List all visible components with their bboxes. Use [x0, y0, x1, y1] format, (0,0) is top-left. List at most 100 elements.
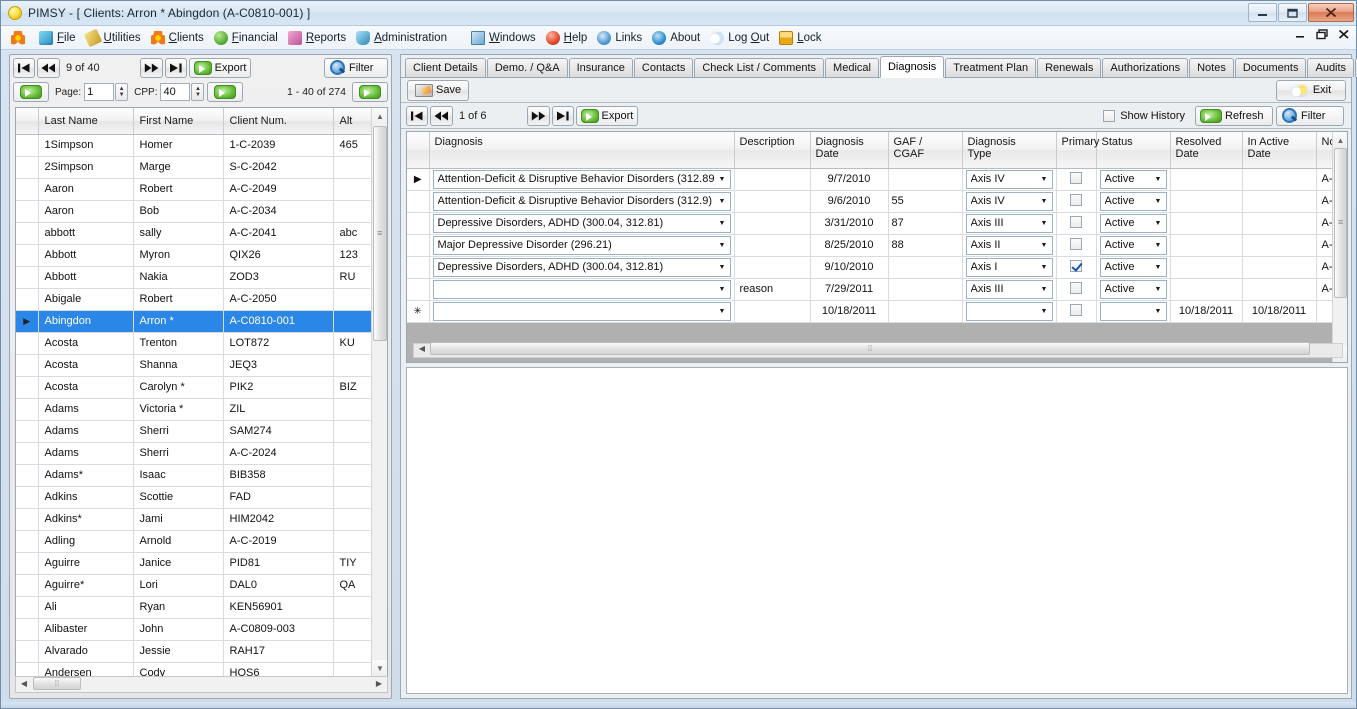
cell-alt[interactable]: 123 — [333, 244, 373, 266]
cell-alt[interactable] — [333, 178, 373, 200]
row-indicator[interactable] — [16, 398, 38, 420]
cell-diagnosis-date[interactable]: 10/18/2011 — [810, 300, 888, 322]
cell-last-name[interactable]: Alibaster — [38, 618, 133, 640]
cell-alt[interactable] — [333, 200, 373, 222]
tab-medical[interactable]: Medical — [825, 58, 879, 77]
new-row-indicator[interactable]: ✳ — [407, 300, 429, 322]
client-grid-hscroll-thumb[interactable]: ⁞⁞ — [33, 677, 81, 690]
chevron-down-icon[interactable]: ▼ — [1037, 259, 1052, 276]
row-indicator[interactable] — [16, 288, 38, 310]
tab-notes[interactable]: Notes — [1189, 58, 1234, 77]
table-row[interactable]: AcostaCarolyn *PIK2BIZ — [16, 376, 373, 398]
cell-first-name[interactable]: Myron — [133, 244, 223, 266]
cell-alt[interactable] — [333, 596, 373, 618]
cell-resolved-date[interactable] — [1170, 256, 1242, 278]
table-row[interactable]: Attention-Deficit & Disruptive Behavior … — [407, 190, 1333, 212]
diagnosis-combobox[interactable]: ▼ — [433, 280, 731, 299]
chevron-down-icon[interactable]: ▼ — [1037, 215, 1052, 232]
cell-alt[interactable] — [333, 288, 373, 310]
primary-checkbox[interactable] — [1070, 238, 1082, 250]
menu-item-file[interactable]: File — [34, 28, 81, 48]
cell-last-name[interactable]: abbott — [38, 222, 133, 244]
table-row[interactable]: AaronBobA-C-2034 — [16, 200, 373, 222]
client-refresh-left-button[interactable] — [13, 82, 49, 102]
cell-description[interactable] — [734, 212, 810, 234]
column-header-gaf-cgaf[interactable]: GAF /CGAF — [888, 132, 962, 168]
cell-resolved-date[interactable] — [1170, 190, 1242, 212]
cell-first-name[interactable]: Bob — [133, 200, 223, 222]
cell-client-num[interactable]: A-C-2034 — [223, 200, 333, 222]
row-indicator[interactable] — [16, 530, 38, 552]
chevron-down-icon[interactable]: ▼ — [1151, 193, 1166, 210]
cell-diagnosis-type[interactable]: Axis III▼ — [962, 212, 1056, 234]
row-indicator[interactable] — [16, 574, 38, 596]
table-row[interactable]: AbigaleRobertA-C-2050 — [16, 288, 373, 310]
diagnosis-grid-scroll-thumb[interactable] — [1334, 148, 1347, 298]
row-indicator[interactable] — [16, 354, 38, 376]
primary-checkbox[interactable] — [1070, 216, 1082, 228]
cell-first-name[interactable]: Robert — [133, 178, 223, 200]
cell-alt[interactable] — [333, 662, 373, 676]
row-indicator[interactable]: ▶ — [407, 168, 429, 190]
cell-resolved-date[interactable] — [1170, 234, 1242, 256]
cell-alt[interactable]: BIZ — [333, 376, 373, 398]
cell-first-name[interactable]: Nakia — [133, 266, 223, 288]
cell-client-num[interactable]: A-C-2024 — [223, 442, 333, 464]
table-row[interactable]: AaronRobertA-C-2049 — [16, 178, 373, 200]
cell-diagnosis[interactable]: Attention-Deficit & Disruptive Behavior … — [429, 168, 734, 190]
cell-diagnosis[interactable]: ▼ — [429, 300, 734, 322]
status-combobox[interactable]: ▼ — [1100, 302, 1167, 321]
row-indicator[interactable] — [16, 244, 38, 266]
table-row[interactable]: AlibasterJohnA-C0809-003 — [16, 618, 373, 640]
cell-primary[interactable] — [1056, 190, 1096, 212]
cell-client-num[interactable]: A-C-2050 — [223, 288, 333, 310]
status-combobox[interactable]: Active▼ — [1100, 280, 1167, 299]
cell-client-num[interactable]: A-C-2049 — [223, 178, 333, 200]
status-combobox[interactable]: Active▼ — [1100, 192, 1167, 211]
table-row[interactable]: abbottsallyA-C-2041abc — [16, 222, 373, 244]
mdi-restore-button[interactable] — [1316, 29, 1328, 43]
row-indicator[interactable] — [16, 200, 38, 222]
diagnosis-grid-horizontal-scrollbar[interactable]: ◀ ⁞⁞ — [413, 343, 1343, 358]
cell-alt[interactable]: abc — [333, 222, 373, 244]
chevron-down-icon[interactable]: ▼ — [715, 237, 730, 254]
row-indicator[interactable] — [16, 156, 38, 178]
table-row[interactable]: AdamsVictoria *ZIL — [16, 398, 373, 420]
row-indicator[interactable] — [16, 596, 38, 618]
cell-first-name[interactable]: Arron * — [133, 310, 223, 332]
column-header-first-name[interactable]: First Name — [133, 108, 223, 134]
cell-description[interactable] — [734, 300, 810, 322]
cell-last-name[interactable]: Adkins* — [38, 508, 133, 530]
row-indicator[interactable] — [16, 486, 38, 508]
cell-resolved-date[interactable] — [1170, 212, 1242, 234]
cell-inactive-date[interactable] — [1242, 212, 1316, 234]
client-refresh-right-button[interactable] — [352, 82, 388, 102]
cell-status[interactable]: Active▼ — [1096, 256, 1170, 278]
cell-client-num[interactable]: DAL0 — [223, 574, 333, 596]
cell-diagnosis[interactable]: Depressive Disorders, ADHD (300.04, 312.… — [429, 256, 734, 278]
table-row[interactable]: AdamsSherriA-C-2024 — [16, 442, 373, 464]
tab-audits[interactable]: Audits — [1307, 58, 1354, 77]
table-row[interactable]: ✳▼10/18/2011▼▼10/18/201110/18/2011 — [407, 300, 1333, 322]
cell-last-name[interactable]: 1Simpson — [38, 134, 133, 156]
column-header-diagnosis-type[interactable]: DiagnosisType — [962, 132, 1056, 168]
maximize-button[interactable] — [1278, 3, 1307, 22]
cell-inactive-date[interactable] — [1242, 190, 1316, 212]
cell-client-num[interactable]: A-C0810-001 — [223, 310, 333, 332]
chevron-down-icon[interactable]: ▼ — [715, 281, 730, 298]
cell-alt[interactable] — [333, 618, 373, 640]
chevron-down-icon[interactable]: ▼ — [715, 303, 730, 320]
cell-last-name[interactable]: Adams — [38, 442, 133, 464]
chevron-down-icon[interactable]: ▼ — [1151, 215, 1166, 232]
diagnosis-grid-hscroll-thumb[interactable]: ⁞⁞ — [430, 342, 1310, 355]
row-indicator[interactable]: ▶ — [16, 310, 38, 332]
menu-item-about[interactable]: About — [647, 28, 705, 48]
client-apply-paging-button[interactable] — [207, 82, 243, 102]
cell-diagnosis-date[interactable]: 9/6/2010 — [810, 190, 888, 212]
row-indicator[interactable] — [16, 222, 38, 244]
row-indicator[interactable] — [407, 212, 429, 234]
cell-diagnosis[interactable]: Depressive Disorders, ADHD (300.04, 312.… — [429, 212, 734, 234]
cell-resolved-date[interactable]: 10/18/2011 — [1170, 300, 1242, 322]
cell-primary[interactable] — [1056, 168, 1096, 190]
tab-renewals[interactable]: Renewals — [1037, 58, 1101, 77]
